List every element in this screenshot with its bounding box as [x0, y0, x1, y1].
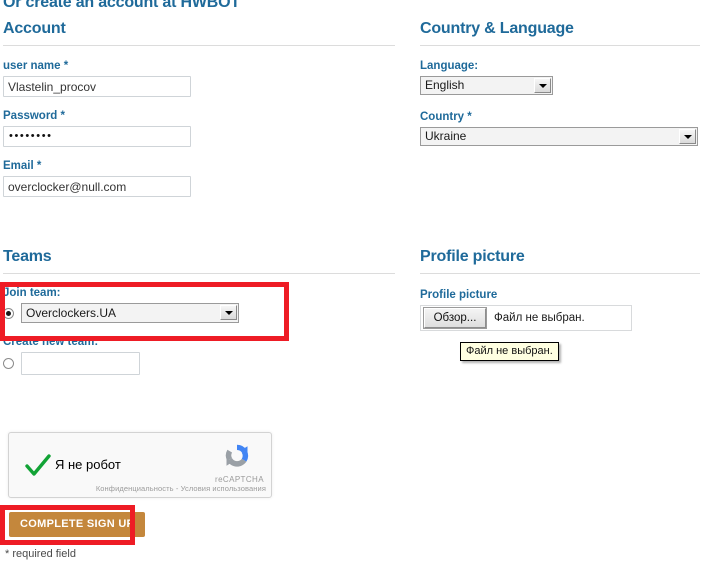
- username-label: user name *: [3, 60, 69, 72]
- chevron-down-icon: [534, 78, 551, 93]
- chevron-down-icon: [679, 129, 696, 144]
- recaptcha-fine-print: Конфиденциальность - Условия использован…: [95, 484, 266, 493]
- join-team-label: Join team:: [3, 287, 61, 299]
- username-input[interactable]: [3, 76, 191, 97]
- complete-signup-button[interactable]: COMPLETE SIGN UP: [9, 512, 146, 537]
- create-team-radio[interactable]: [3, 358, 14, 369]
- country-language-section: Country & Language Language: English Cou…: [420, 20, 700, 149]
- profile-picture-divider: [420, 273, 700, 274]
- account-divider: [3, 45, 395, 46]
- profile-picture-heading: Profile picture: [420, 248, 525, 265]
- teams-heading: Teams: [3, 248, 52, 265]
- file-status-text: Файл не выбран.: [494, 312, 585, 324]
- browse-button[interactable]: Обзор...: [424, 308, 486, 328]
- email-label: Email *: [3, 160, 42, 172]
- file-status-tooltip: Файл не выбран.: [460, 342, 559, 361]
- language-label: Language:: [420, 60, 479, 72]
- recaptcha-label: Я не робот: [55, 457, 121, 472]
- profile-picture-label: Profile picture: [420, 289, 498, 301]
- account-section: Account user name * Password * •••••••• …: [3, 20, 395, 197]
- join-team-select[interactable]: Overclockers.UA: [21, 303, 239, 323]
- password-label: Password *: [3, 110, 65, 122]
- teams-section: Teams Join team: Overclockers.UA Create …: [3, 248, 395, 375]
- profile-picture-section: Profile picture Profile picture Обзор...…: [420, 248, 700, 331]
- language-select[interactable]: English: [420, 76, 553, 95]
- recaptcha-brand: reCAPTCHA: [215, 475, 264, 484]
- country-language-divider: [420, 45, 700, 46]
- chevron-down-icon: [220, 305, 237, 320]
- join-team-select-value: Overclockers.UA: [26, 306, 117, 320]
- signup-page: Or create an account at HWBOT Account us…: [0, 0, 720, 565]
- join-team-radio[interactable]: [3, 307, 14, 319]
- country-select[interactable]: Ukraine: [420, 127, 698, 146]
- required-field-note: * required field: [5, 548, 76, 560]
- country-language-heading: Country & Language: [420, 20, 574, 37]
- country-select-value: Ukraine: [425, 129, 467, 143]
- profile-picture-file-input[interactable]: Обзор... Файл не выбран.: [420, 305, 632, 331]
- checkmark-icon: [25, 454, 51, 476]
- email-input[interactable]: [3, 176, 191, 197]
- language-select-value: English: [425, 78, 465, 92]
- country-label: Country *: [420, 111, 472, 123]
- recaptcha-icon: [225, 444, 249, 467]
- account-heading: Account: [3, 20, 66, 37]
- password-input[interactable]: ••••••••: [3, 126, 191, 147]
- recaptcha-logo: reCAPTCHA: [215, 441, 264, 484]
- create-team-input[interactable]: [21, 352, 140, 375]
- create-team-label: Create new team:: [3, 336, 99, 348]
- recaptcha-widget[interactable]: Я не робот reCAPTCHA Конфиденциальность …: [8, 432, 272, 498]
- page-title: Or create an account at HWBOT: [3, 0, 240, 11]
- teams-divider: [3, 273, 395, 274]
